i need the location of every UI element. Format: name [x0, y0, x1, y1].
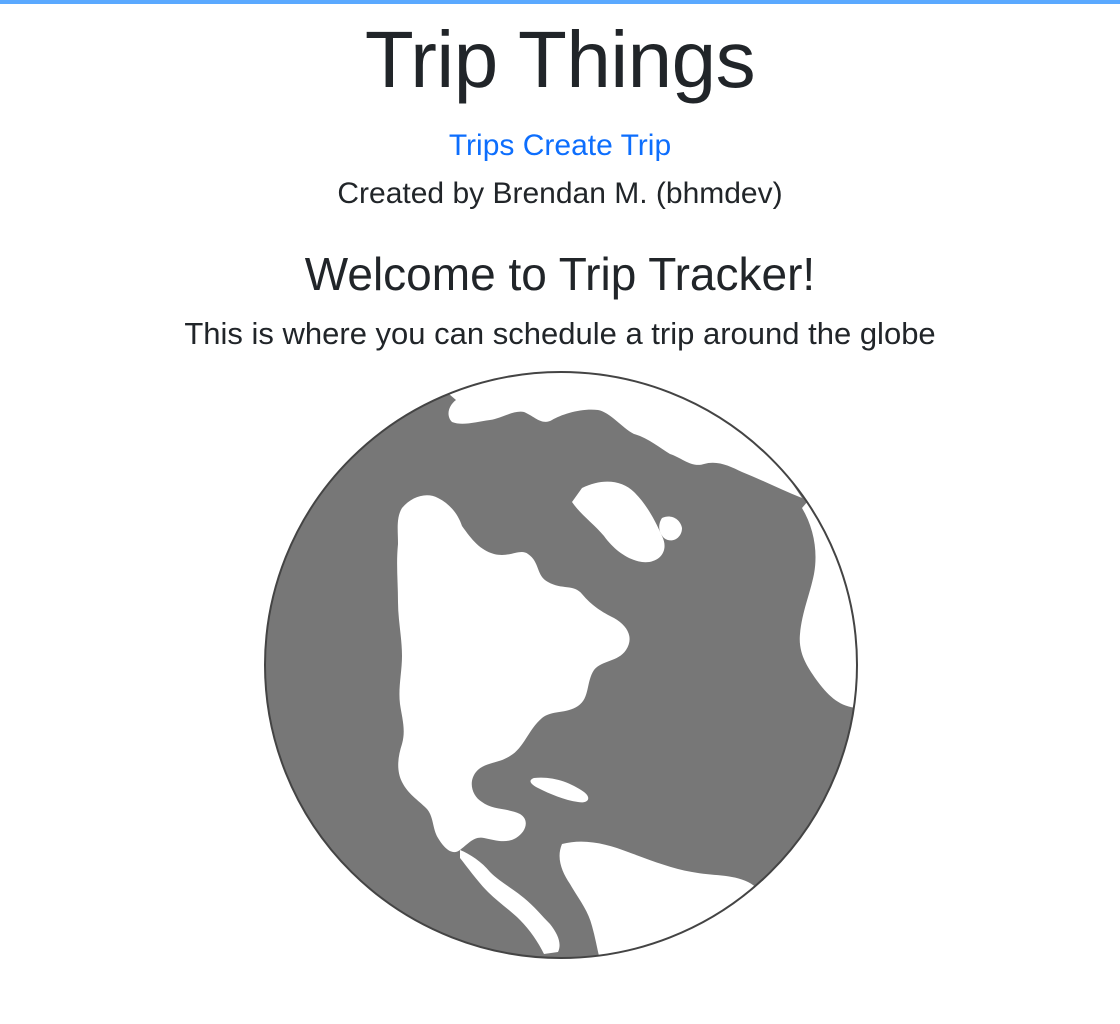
main-nav: Trips Create Trip	[0, 128, 1120, 164]
nav-link-trips[interactable]: Trips	[449, 129, 515, 162]
welcome-subtitle: This is where you can schedule a trip ar…	[184, 316, 936, 351]
globe-image	[262, 368, 860, 962]
author-credit: Created by Brendan M. (bhmdev)	[337, 177, 783, 210]
welcome-title: Welcome to Trip Tracker!	[304, 248, 816, 300]
nav-link-create-trip[interactable]: Create Trip	[523, 129, 671, 162]
welcome-section: Welcome to Trip Tracker! This is where y…	[0, 246, 1120, 354]
site-title: Trip Things	[364, 15, 756, 104]
globe-icon	[264, 371, 858, 959]
site-header: Trip Things Trips Create Trip Created by…	[0, 4, 1120, 212]
